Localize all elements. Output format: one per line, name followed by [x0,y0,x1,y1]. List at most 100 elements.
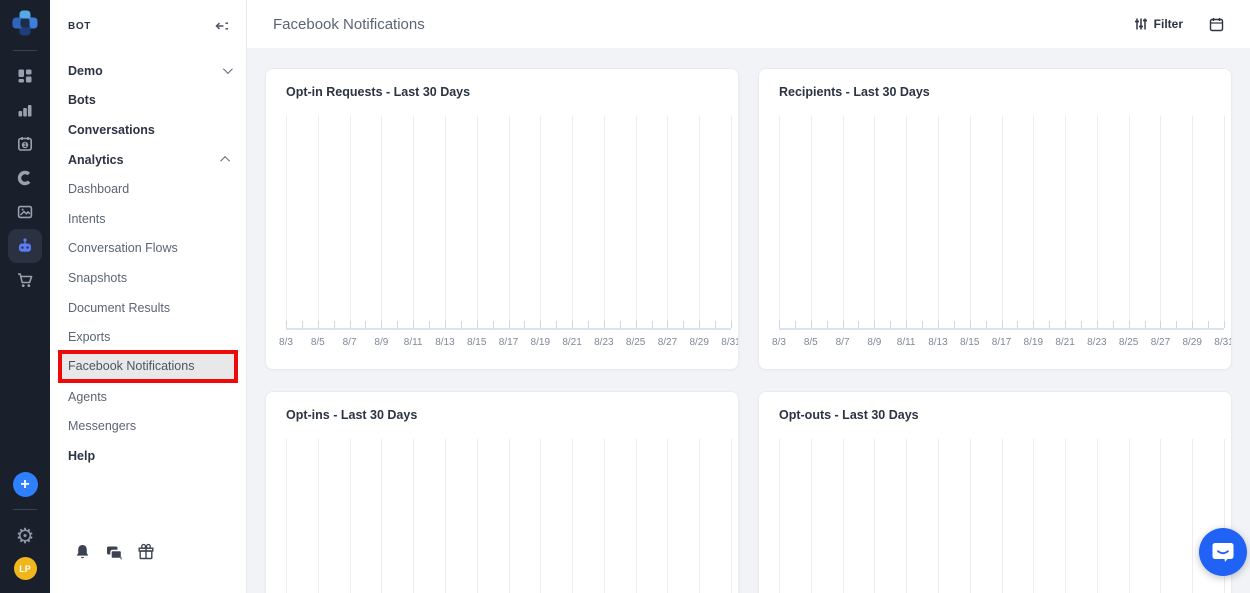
axis-tick [636,321,637,328]
axis-tick [1049,321,1050,328]
x-tick-label: 8/11 [404,337,423,348]
x-tick-label: 8/9 [867,337,881,348]
bell-icon[interactable] [74,543,91,561]
gridline [445,116,446,328]
gift-icon[interactable] [137,543,155,561]
gridline [445,439,446,593]
gridline [731,116,732,328]
axis-tick [1017,321,1018,328]
calendar-icon[interactable] [1209,17,1224,32]
gridline [1224,116,1225,328]
gridline [1033,116,1034,328]
x-tick-label: 8/13 [928,337,947,348]
x-tick-label: 8/25 [1119,337,1138,348]
main-area: Facebook Notifications Filter [247,0,1250,593]
sidebar-item-conversations[interactable]: Conversations [50,115,246,145]
sidebar-item-facebook-notifications[interactable]: Facebook Notifications [58,350,238,383]
axis-tick [1192,321,1193,328]
gridline [286,439,287,593]
axis-tick [699,321,700,328]
axis-tick [715,321,716,328]
chat-icon[interactable] [105,544,123,561]
sidebar-item-dashboard[interactable]: Dashboard [50,174,246,204]
axis-tick [906,321,907,328]
axis-tick [397,321,398,328]
sidebar-item-analytics[interactable]: Analytics [50,145,246,175]
chart-title: Opt-outs - Last 30 Days [779,408,1211,422]
axis-tick [302,321,303,328]
page-title: Facebook Notifications [273,16,425,33]
collapse-sidebar-icon[interactable] [214,18,230,34]
chart-title: Recipients - Last 30 Days [779,85,1211,99]
filter-button[interactable]: Filter [1134,17,1183,31]
axis-tick [556,321,557,328]
axis-tick [381,321,382,328]
gridline [1192,439,1193,593]
bot-icon[interactable] [8,229,42,263]
sidebar-item-exports[interactable]: Exports [50,322,246,352]
gridline [381,116,382,328]
gridline [874,116,875,328]
chart-card-opt-ins: Opt-ins - Last 30 Days 8/38/58/78/98/118… [265,391,739,593]
axis-tick [874,321,875,328]
sidebar-item-label: Bots [68,93,96,107]
axis-tick [843,321,844,328]
x-tick-label: 8/25 [626,337,645,348]
gridline [1002,439,1003,593]
calendar-badge-icon[interactable]: 1 [8,127,42,161]
sidebar-item-messengers[interactable]: Messengers [50,412,246,442]
gridline [874,439,875,593]
x-tick-label: 8/11 [897,337,916,348]
axis-tick [811,321,812,328]
x-tick-label: 8/27 [658,337,677,348]
app-window: 1 [0,0,1250,593]
gridline [731,439,732,593]
x-tick-label: 8/19 [531,337,550,348]
x-tick-label: 8/29 [1182,337,1201,348]
sidebar-item-document-results[interactable]: Document Results [50,293,246,323]
axis-tick [445,321,446,328]
axis-tick [1129,321,1130,328]
gridline [811,439,812,593]
sidebar-item-conversation-flows[interactable]: Conversation Flows [50,234,246,264]
gridline [286,116,287,328]
sidebar-item-agents[interactable]: Agents [50,382,246,412]
x-tick-label: 8/9 [374,337,388,348]
axis-tick [334,321,335,328]
axis-tick [286,321,287,328]
x-tick-label: 8/17 [499,337,518,348]
sidebar-item-label: Snapshots [68,271,127,285]
media-icon[interactable] [8,195,42,229]
x-tick-label: 8/3 [772,337,786,348]
gridline [413,439,414,593]
axis-tick [509,321,510,328]
donut-chart-icon[interactable] [8,161,42,195]
axis-tick [1176,321,1177,328]
gridline [636,116,637,328]
axis-tick [350,321,351,328]
dashboard-grid-icon[interactable] [8,59,42,93]
chart-area: 8/38/58/78/98/118/138/158/178/198/218/23… [779,439,1224,593]
sidebar-item-label: Demo [68,64,103,78]
bar-chart-icon[interactable] [8,93,42,127]
sidebar-item-help[interactable]: Help [50,441,246,471]
chart-area: 8/38/58/78/98/118/138/158/178/198/218/23… [286,439,731,593]
sidebar-item-label: Document Results [68,301,170,315]
axis-tick [461,321,462,328]
cart-icon[interactable] [8,263,42,297]
axis-tick [779,321,780,328]
sidebar-item-intents[interactable]: Intents [50,204,246,234]
gridline [509,116,510,328]
add-button[interactable]: + [13,472,38,497]
x-tick-label: 8/13 [435,337,454,348]
sidebar-item-demo[interactable]: Demo [50,56,246,86]
sidebar-item-bots[interactable]: Bots [50,86,246,116]
sidebar-item-snapshots[interactable]: Snapshots [50,263,246,293]
gridline [413,116,414,328]
axis-tick [1081,321,1082,328]
avatar[interactable]: LP [14,557,37,580]
axis-tick [652,321,653,328]
sidebar-item-label: Exports [68,330,110,344]
chat-launcher-button[interactable] [1199,528,1247,576]
gear-icon[interactable]: ⚙ [16,526,35,547]
